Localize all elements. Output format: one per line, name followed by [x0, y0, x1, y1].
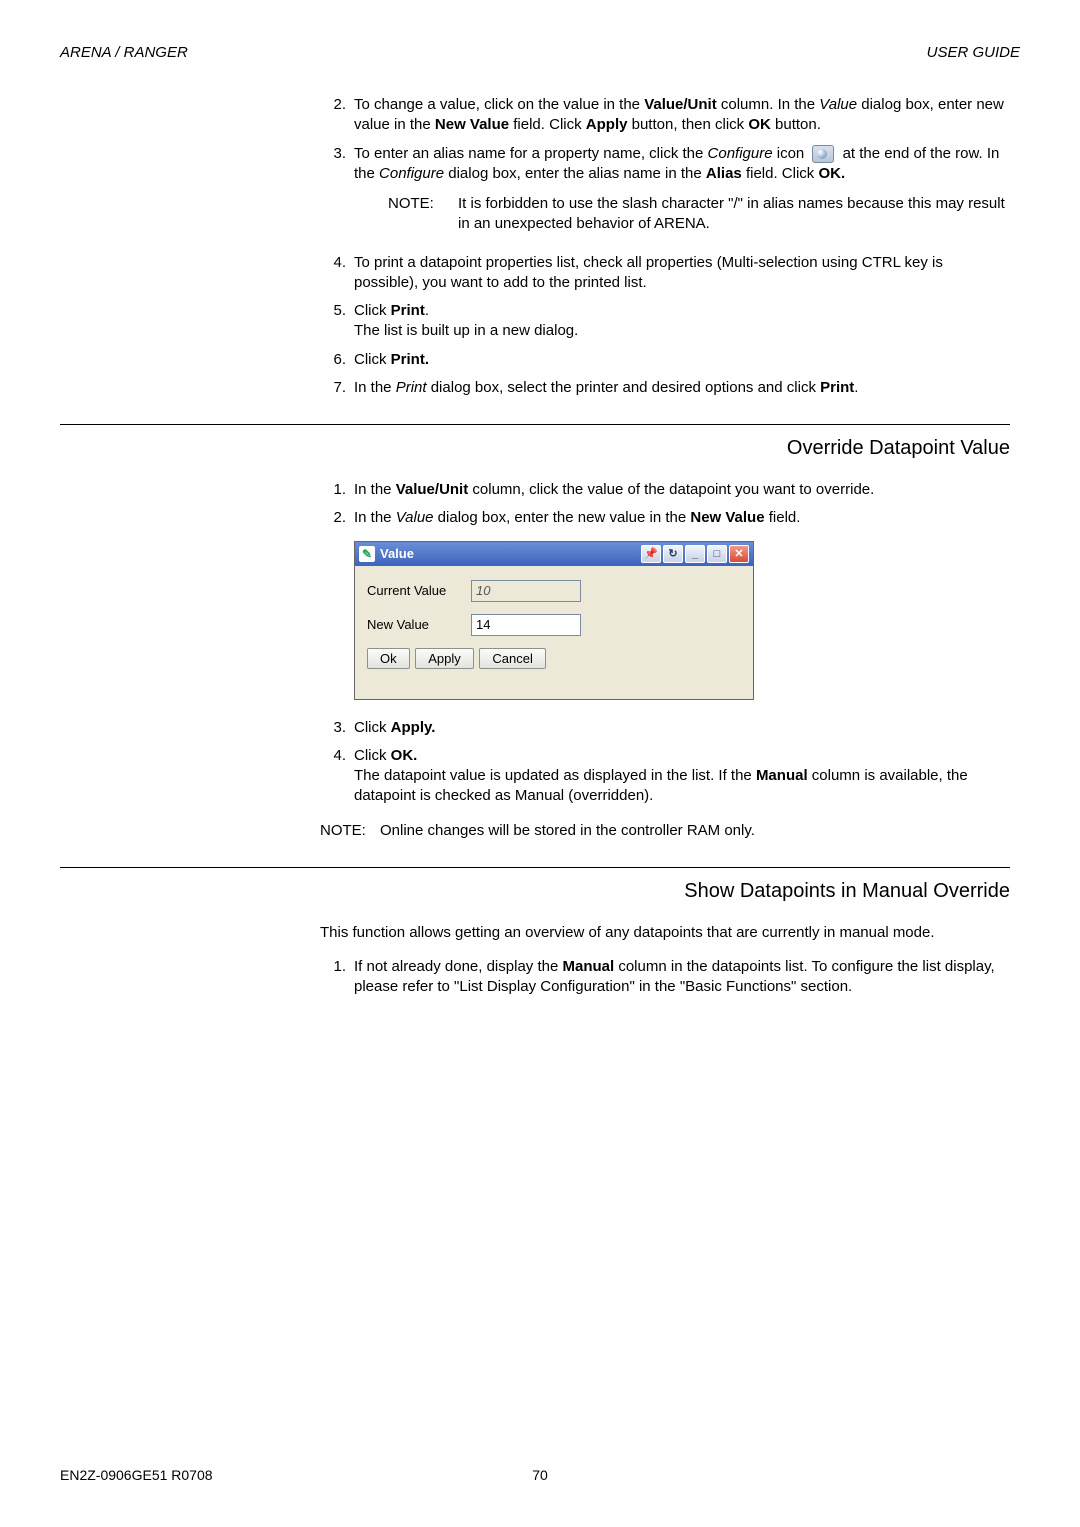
list-number: 2.	[320, 508, 346, 528]
maximize-icon[interactable]: □	[707, 545, 727, 563]
instruction-list-manual: 1. If not already done, display the Manu…	[320, 957, 1010, 998]
ok-button[interactable]: Ok	[367, 648, 410, 669]
dialog-app-icon: ✎	[359, 546, 375, 562]
note-label: NOTE:	[320, 821, 380, 841]
footer-doc-id: EN2Z-0906GE51 R0708	[60, 1467, 380, 1483]
list-number: 3.	[320, 144, 346, 245]
configure-icon	[812, 145, 834, 163]
list-item-body: If not already done, display the Manual …	[354, 957, 1010, 998]
list-number: 7.	[320, 378, 346, 398]
list-item-body: In the Print dialog box, select the prin…	[354, 378, 1010, 398]
list-number: 6.	[320, 350, 346, 370]
list-number: 5.	[320, 301, 346, 342]
list-item-body: In the Value/Unit column, click the valu…	[354, 480, 1010, 500]
new-value-field[interactable]	[471, 614, 581, 636]
list-item-body: To enter an alias name for a property na…	[354, 144, 1010, 245]
list-item-body: To change a value, click on the value in…	[354, 95, 1010, 136]
list-item-body: Click Print. The list is built up in a n…	[354, 301, 1010, 342]
dialog-title: Value	[380, 546, 639, 561]
pin-icon[interactable]: 📌	[641, 545, 661, 563]
list-number: 2.	[320, 95, 346, 136]
note-text: It is forbidden to use the slash charact…	[458, 194, 1010, 235]
instruction-list-override: 1. In the Value/Unit column, click the v…	[320, 480, 1010, 529]
page-footer: EN2Z-0906GE51 R0708 70	[60, 1467, 1020, 1483]
list-number: 1.	[320, 957, 346, 998]
note-line: NOTE: Online changes will be stored in t…	[320, 821, 1010, 841]
header-right: USER GUIDE	[927, 44, 1020, 61]
section-divider	[60, 424, 1010, 425]
list-item-body: In the Value dialog box, enter the new v…	[354, 508, 1010, 528]
section-intro: This function allows getting an overview…	[320, 923, 1010, 943]
list-number: 1.	[320, 480, 346, 500]
header-left: ARENA / RANGER	[60, 44, 188, 61]
list-number: 3.	[320, 718, 346, 738]
list-item-body: Click Apply.	[354, 718, 1010, 738]
current-value-field	[471, 580, 581, 602]
value-dialog: ✎ Value 📌 ↻ _ □ ✕ Current Value New Valu…	[354, 541, 754, 700]
note-text: Online changes will be stored in the con…	[380, 821, 755, 841]
value-dialog-screenshot: ✎ Value 📌 ↻ _ □ ✕ Current Value New Valu…	[354, 541, 1010, 700]
note-block: NOTE: It is forbidden to use the slash c…	[388, 194, 1010, 235]
current-value-label: Current Value	[367, 583, 471, 598]
section-title-override: Override Datapoint Value	[320, 437, 1010, 460]
note-label: NOTE:	[388, 194, 458, 235]
section-title-manual: Show Datapoints in Manual Override	[320, 880, 1010, 903]
dialog-titlebar: ✎ Value 📌 ↻ _ □ ✕	[355, 542, 753, 566]
close-icon[interactable]: ✕	[729, 545, 749, 563]
cancel-button[interactable]: Cancel	[479, 648, 545, 669]
new-value-label: New Value	[367, 617, 471, 632]
instruction-list-top: 2. To change a value, click on the value…	[320, 95, 1010, 398]
refresh-icon[interactable]: ↻	[663, 545, 683, 563]
list-number: 4.	[320, 253, 346, 294]
section-divider	[60, 867, 1010, 868]
list-item-body: Click Print.	[354, 350, 1010, 370]
list-item-body: Click OK. The datapoint value is updated…	[354, 746, 1010, 807]
page-header: ARENA / RANGER USER GUIDE	[60, 44, 1020, 61]
apply-button[interactable]: Apply	[415, 648, 474, 669]
list-number: 4.	[320, 746, 346, 807]
list-item-body: To print a datapoint properties list, ch…	[354, 253, 1010, 294]
instruction-list-override-cont: 3. Click Apply. 4. Click OK. The datapoi…	[320, 718, 1010, 807]
minimize-icon[interactable]: _	[685, 545, 705, 563]
footer-page-number: 70	[380, 1467, 700, 1483]
